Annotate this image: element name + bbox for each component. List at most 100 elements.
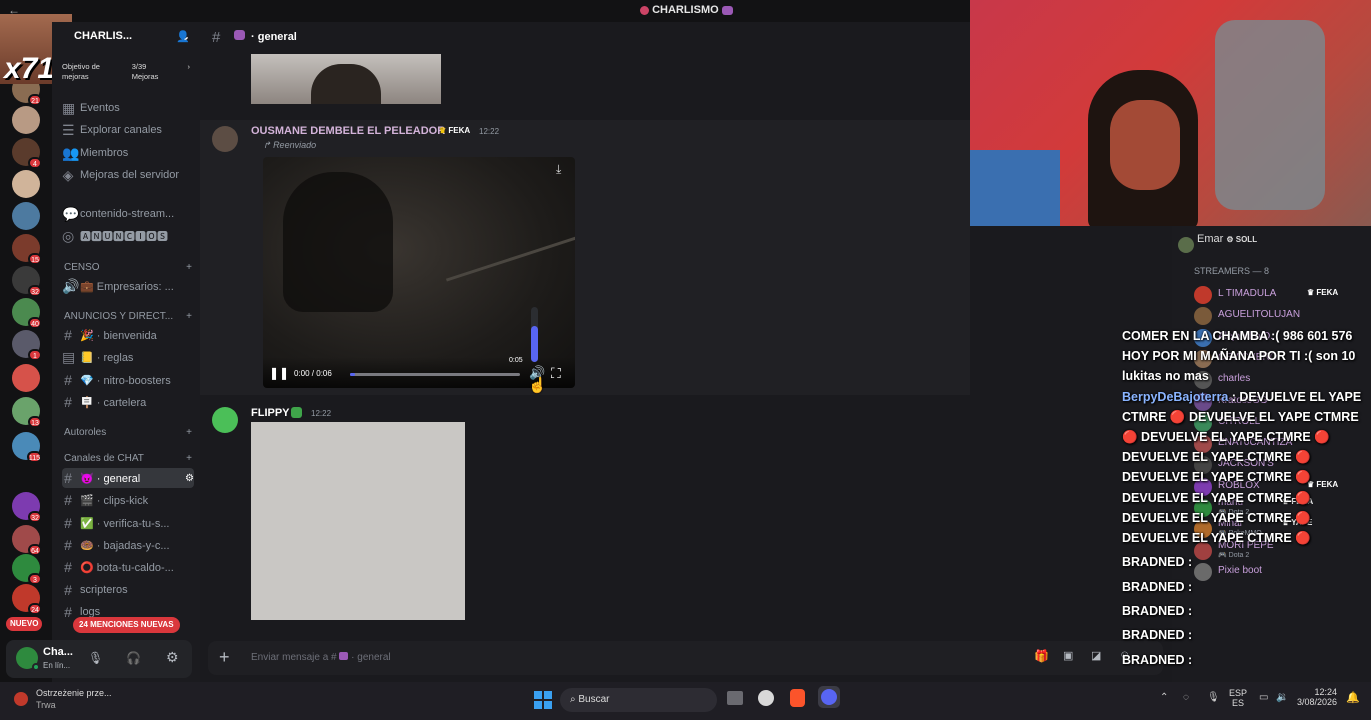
server-icon[interactable]: 64	[12, 525, 42, 556]
server-icon[interactable]: 4	[12, 138, 42, 169]
channel-label: contenido-stream...	[80, 208, 175, 220]
overlay-chat-author: BerpyDeBajoterra	[1122, 389, 1229, 404]
role-tag: ♛ FEKA	[439, 126, 470, 135]
nav-eventos[interactable]: ▦ Eventos	[62, 98, 194, 118]
volume-icon[interactable]: 🔉	[1276, 692, 1288, 703]
file-explorer-icon[interactable]	[727, 691, 743, 705]
message-time: 12:22	[311, 409, 332, 418]
channel-empresarios[interactable]: 🔊 💼 Empresarios: ...	[62, 276, 194, 296]
plus-icon[interactable]: +	[186, 453, 192, 464]
plus-icon[interactable]: +	[186, 427, 192, 438]
server-icon[interactable]: 24	[12, 584, 42, 615]
channel-verifica[interactable]: # ✅ · verifica-tu-s...	[62, 513, 194, 533]
member-tag-text: SOLL	[1235, 235, 1258, 244]
channel-name-text: general	[257, 31, 297, 43]
plus-icon[interactable]: +	[186, 262, 192, 273]
video-progress-fill	[350, 373, 356, 376]
server-icon[interactable]: 32	[12, 492, 42, 523]
channel-scripteros[interactable]: # scripteros	[62, 580, 194, 600]
volume-slider[interactable]	[531, 307, 538, 362]
server-icon[interactable]	[12, 202, 40, 230]
window-titlebar: ← CHARLISMO	[0, 0, 970, 22]
clock[interactable]: 12:24 3/08/2026	[1297, 687, 1337, 707]
message-author[interactable]: FLIPPY	[251, 407, 290, 419]
server-header[interactable]: CHARLIS... ⌄	[74, 30, 190, 43]
mention-badge: 40	[28, 317, 42, 329]
add-member-icon[interactable]: 👤	[176, 30, 190, 43]
member-item[interactable]: Emar ⚙ SOLL	[1197, 233, 1257, 245]
nav-miembros[interactable]: 👥 Miembros	[62, 143, 194, 163]
channel-bajadas[interactable]: # 🍩 · bajadas-y-c...	[62, 535, 194, 555]
category-autoroles[interactable]: Autoroles +	[64, 427, 192, 438]
channel-label: scripteros	[80, 584, 128, 596]
avatar[interactable]	[212, 126, 238, 152]
server-icon[interactable]	[12, 106, 40, 134]
brave-icon[interactable]	[790, 689, 805, 707]
video-player[interactable]: ⤓ ❚❚ 0:00 / 0:06 0:05 🔊 ⛶	[263, 157, 575, 388]
channel-reglas[interactable]: ▤ 📒 · reglas	[62, 347, 194, 367]
category-chat[interactable]: Canales de CHAT +	[64, 453, 192, 464]
gif-icon[interactable]: ▣	[1063, 649, 1073, 662]
language-indicator[interactable]: ESP ES	[1229, 688, 1247, 708]
message-composer[interactable]: + Enviar mensaje a # · general 🎁 ▣ ◪ ☺	[208, 641, 1163, 675]
video-progress-track[interactable]	[350, 373, 520, 376]
channel-anuncios[interactable]: ◎ 🅰🅽🆄🅽🅲🅸🅾🆂	[62, 226, 194, 246]
add-attachment-icon[interactable]: +	[219, 647, 230, 668]
mention-badge: 24	[28, 603, 42, 615]
fullscreen-icon[interactable]: ⛶	[551, 365, 561, 382]
server-icon[interactable]: 15	[12, 234, 42, 265]
settings-icon[interactable]: ⚙	[185, 473, 194, 484]
headphones-icon[interactable]: 🎧	[126, 651, 141, 665]
nav-explorar-canales[interactable]: ☰ Explorar canales	[62, 120, 194, 140]
boost-goal[interactable]: Objetivo de mejoras 3/39 Mejoras ›	[62, 62, 190, 86]
microphone-icon[interactable]: 🎙	[88, 651, 103, 665]
notification-bell-icon[interactable]: 🔔	[1346, 691, 1360, 704]
network-icon[interactable]: ▭	[1259, 692, 1268, 703]
member-item[interactable]: AGUELITOLUJAN	[1172, 305, 1371, 326]
gift-icon[interactable]: 🎁	[1034, 649, 1049, 663]
chrome-icon[interactable]	[758, 690, 774, 706]
notification-title[interactable]: Ostrzeżenie prze...	[36, 688, 112, 698]
category-censo[interactable]: CENSO +	[64, 262, 192, 273]
channel-clips-kick[interactable]: # 🎬 · clips-kick	[62, 490, 194, 510]
channel-general[interactable]: # 😈 · general ⚙	[62, 468, 194, 488]
microphone-icon[interactable]: 🎙	[1207, 692, 1220, 703]
server-icon[interactable]: 40	[12, 298, 42, 329]
pause-icon[interactable]: ❚❚	[269, 366, 289, 380]
member-item[interactable]: L TIMADULA ♛ FEKA	[1172, 284, 1371, 304]
nav-mejoras[interactable]: ◈ Mejoras del servidor	[62, 165, 194, 185]
server-icon[interactable]: 115	[12, 432, 42, 463]
category-anuncios[interactable]: ANUNCIOS Y DIRECT... +	[64, 311, 192, 322]
sticker-icon[interactable]: ◪	[1091, 649, 1101, 662]
download-icon[interactable]: ⤓	[556, 162, 561, 177]
settings-icon[interactable]: ⚙	[166, 649, 179, 666]
channel-contenido-stream[interactable]: 💬 contenido-stream...	[62, 204, 194, 224]
nav-label: Miembros	[80, 147, 129, 159]
server-icon[interactable]: 32	[12, 266, 42, 297]
channel-cartelera[interactable]: # 🪧 · cartelera	[62, 392, 194, 412]
chevron-right-icon: ›	[187, 62, 191, 71]
channel-nitro-boosters[interactable]: # 💎 · nitro-boosters	[62, 370, 194, 390]
taskbar-search[interactable]: ⌕ Buscar	[560, 688, 717, 712]
new-pill[interactable]: NUEVO	[6, 617, 43, 631]
server-icon[interactable]: 1	[12, 330, 42, 361]
channel-bienvenida[interactable]: # 🎉 · bienvenida	[62, 325, 194, 345]
message-image[interactable]	[251, 422, 465, 620]
server-icon[interactable]	[12, 170, 40, 198]
windows-start-icon[interactable]	[534, 691, 552, 709]
message-author[interactable]: OUSMANE DEMBELE EL PELEADOR	[251, 125, 445, 137]
channel-label: 😈 · general	[80, 472, 141, 485]
server-icon[interactable]: 3	[12, 554, 42, 585]
avatar[interactable]	[1178, 237, 1194, 253]
channel-bota-tu-caldo[interactable]: # ⭕ bota-tu-caldo-...	[62, 557, 194, 577]
message-image[interactable]	[251, 54, 441, 104]
discord-taskbar-button[interactable]	[818, 686, 840, 708]
chevron-up-icon[interactable]: ⌃	[1160, 692, 1168, 703]
plus-icon[interactable]: +	[186, 311, 192, 322]
mentions-pill[interactable]: 24 MENCIONES NUEVAS	[73, 617, 180, 633]
message-ousmane: OUSMANE DEMBELE EL PELEADOR ♛ FEKA 12:22…	[200, 120, 970, 395]
server-icon[interactable]	[12, 364, 40, 392]
avatar[interactable]	[212, 407, 238, 433]
tray-icon[interactable]: ◌	[1183, 692, 1189, 703]
server-icon[interactable]: 13	[12, 397, 42, 428]
